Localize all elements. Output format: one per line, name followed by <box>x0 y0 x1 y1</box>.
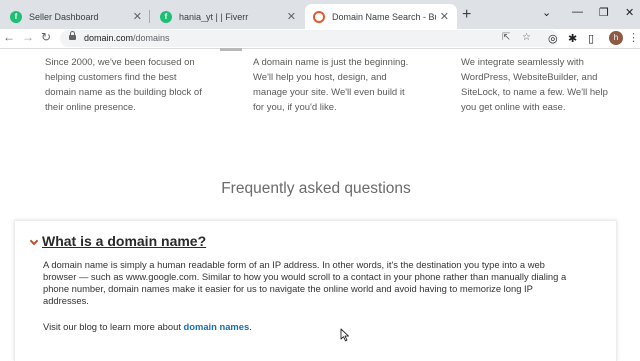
profile-avatar[interactable]: h <box>609 31 623 45</box>
close-icon[interactable]: ✕ <box>440 10 449 23</box>
mouse-cursor-icon <box>340 328 349 342</box>
faq-heading: Frequently asked questions <box>221 180 411 197</box>
tab-domain-search[interactable]: Domain Name Search - Buy Dom ✕ <box>305 4 457 29</box>
domain-com-icon <box>313 10 325 23</box>
share-icon[interactable]: ⇱ <box>502 32 510 43</box>
feature-line: for you, if you'd like. <box>253 102 337 113</box>
feature-line: We integrate seamlessly with <box>461 57 584 68</box>
feature-line: helping customers find the best <box>45 72 177 83</box>
tab-fiverr[interactable]: f hania_yt | | Fiverr ✕ <box>152 4 304 29</box>
feature-experience: Since 2000, we've been focused on helpin… <box>45 55 202 115</box>
answer-line: phone number, domain names make it easie… <box>43 283 533 294</box>
feature-line: you get online with ease. <box>461 102 566 113</box>
tab-search-icon[interactable]: ⌄ <box>542 6 551 19</box>
feature-line: WordPress, WebsiteBuilder, and <box>461 72 598 83</box>
close-icon[interactable]: ✕ <box>287 10 296 23</box>
address-bar[interactable]: domain.com/domains ⇱ ☆ <box>60 30 558 47</box>
close-window-icon[interactable]: ✕ <box>625 6 634 19</box>
forward-icon[interactable]: → <box>22 30 34 44</box>
feature-line: A domain name is just the beginning. <box>253 57 409 68</box>
feature-line: We'll help you host, design, and <box>253 72 387 83</box>
answer-line: browser — such as www.google.com. Simila… <box>43 271 567 282</box>
answer-line: A domain name is simply a human readable… <box>43 259 545 270</box>
blog-prefix: Visit our blog to learn more about <box>43 321 184 332</box>
tab-seller-dashboard[interactable]: f Seller Dashboard ✕ <box>2 4 150 29</box>
blog-prompt: Visit our blog to learn more about domai… <box>43 321 252 332</box>
feature-services: A domain name is just the beginning. We'… <box>253 55 408 115</box>
tab-strip: f Seller Dashboard ✕ f hania_yt | | Five… <box>0 0 640 29</box>
url-host: domain.com <box>84 33 134 43</box>
minimize-icon[interactable]: — <box>572 6 583 18</box>
blog-suffix: . <box>249 321 252 332</box>
feature-line: Since 2000, we've been focused on <box>45 57 195 68</box>
menu-icon[interactable]: ⋮ <box>628 31 639 44</box>
url-text[interactable]: domain.com/domains <box>84 33 170 43</box>
maximize-icon[interactable]: ❐ <box>599 6 609 19</box>
reload-icon[interactable]: ↻ <box>41 30 51 44</box>
tab-title: Seller Dashboard <box>29 11 99 22</box>
extensions-puzzle-icon[interactable]: ✱ <box>568 32 577 45</box>
toolbar: ← → ↻ domain.com/domains ⇱ ☆ ◎ ✱ ▯ <box>0 29 640 49</box>
feature-integrations: We integrate seamlessly with WordPress, … <box>461 55 608 115</box>
feature-line: SiteLock, to name a few. We'll help <box>461 87 608 98</box>
decorative-bar <box>220 48 242 51</box>
close-icon[interactable]: ✕ <box>133 10 142 23</box>
tab-title: hania_yt | | Fiverr <box>179 11 249 22</box>
new-tab-button[interactable]: + <box>462 7 471 23</box>
fiverr-icon: f <box>10 10 22 23</box>
chevron-down-icon[interactable] <box>29 236 39 246</box>
faq-item: What is a domain name? A domain name is … <box>14 220 617 361</box>
back-icon[interactable]: ← <box>3 30 15 44</box>
feature-line: domain name as the building block of <box>45 87 202 98</box>
faq-question[interactable]: What is a domain name? <box>42 233 206 249</box>
url-path: /domains <box>133 33 170 43</box>
tab-title: Domain Name Search - Buy Dom <box>332 11 436 22</box>
feature-line: their online presence. <box>45 102 136 113</box>
fiverr-icon: f <box>160 10 172 23</box>
faq-answer: A domain name is simply a human readable… <box>43 259 611 307</box>
extension-sync-icon[interactable]: ◎ <box>548 32 558 45</box>
side-panel-icon[interactable]: ▯ <box>588 32 594 45</box>
domain-names-link[interactable]: domain names <box>184 321 250 332</box>
lock-icon[interactable] <box>69 31 76 40</box>
feature-line: manage your site. We'll even build it <box>253 87 405 98</box>
answer-line: addresses. <box>43 295 89 306</box>
bookmark-star-icon[interactable]: ☆ <box>522 32 531 43</box>
